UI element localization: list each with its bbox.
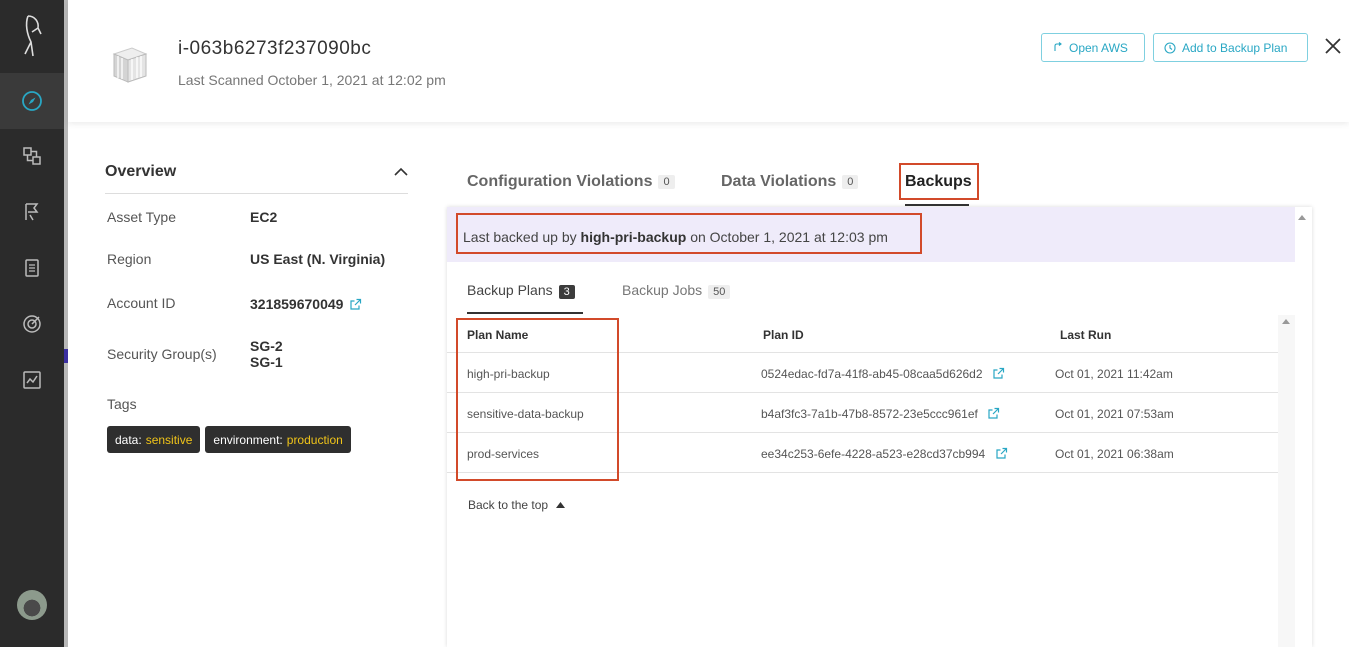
page-title: i-063b6273f237090bc (178, 38, 372, 59)
last-run-cell: Oct 01, 2021 07:53am (1055, 407, 1174, 421)
external-link-icon[interactable] (992, 367, 1005, 380)
tab-label: Data Violations (721, 173, 837, 190)
tag-chip: data: sensitive (107, 426, 201, 453)
plan-id-cell: 0524edac-fd7a-41f8-ab45-08caa5d626d2 (761, 367, 1005, 381)
scroll-up-arrow[interactable] (1282, 319, 1290, 324)
tab-backup-plans[interactable]: Backup Plans 3 (467, 282, 575, 299)
column-header-last-run[interactable]: Last Run (1060, 328, 1111, 342)
tag-key: environment: (213, 432, 283, 447)
table-scrollbar[interactable] (1278, 315, 1295, 647)
region-value: US East (N. Virginia) (250, 251, 386, 267)
tab-count-badge: 0 (658, 174, 675, 189)
security-group-item: SG-2 (250, 338, 283, 354)
account-id-row: 321859670049 (250, 296, 362, 312)
active-tab-indicator (905, 204, 969, 206)
compass-icon[interactable] (0, 73, 64, 129)
highlight-box (456, 213, 922, 254)
chart-icon[interactable] (0, 352, 64, 408)
tag-chip: environment: production (205, 426, 351, 453)
tab-backup-jobs[interactable]: Backup Jobs 50 (622, 282, 731, 299)
security-groups-value: SG-2 SG-1 (250, 338, 283, 370)
add-to-backup-plan-label: Add to Backup Plan (1182, 40, 1288, 55)
logo-icon[interactable] (0, 0, 64, 72)
plan-id-cell: b4af3fc3-7a1b-47b8-8572-23e5ccc961ef (761, 407, 1000, 421)
document-icon[interactable] (0, 240, 64, 296)
highlight-box (456, 318, 619, 481)
chevron-up-icon[interactable] (394, 167, 408, 177)
plan-id-text: 0524edac-fd7a-41f8-ab45-08caa5d626d2 (761, 367, 983, 381)
security-groups-label: Security Group(s) (107, 346, 217, 362)
external-link-icon[interactable] (987, 407, 1000, 420)
tag-value: sensitive (145, 432, 193, 447)
tab-label: Configuration Violations (467, 173, 653, 190)
subtab-label: Backup Jobs (622, 282, 703, 298)
arrow-up-right-icon (1054, 42, 1062, 51)
avatar[interactable] (17, 590, 47, 620)
open-aws-label: Open AWS (1069, 40, 1128, 55)
account-id-value: 321859670049 (250, 296, 344, 312)
open-aws-button[interactable]: Open AWS (1041, 33, 1145, 62)
scroll-up-arrow[interactable] (1298, 215, 1306, 220)
region-label: Region (107, 251, 152, 267)
security-group-item: SG-1 (250, 354, 283, 370)
tag-value: production (286, 432, 343, 447)
asset-type-value: EC2 (250, 209, 278, 225)
overview-title: Overview (105, 162, 177, 180)
subtab-label: Backup Plans (467, 282, 553, 298)
overview-header[interactable]: Overview (105, 150, 408, 194)
last-run-cell: Oct 01, 2021 06:38am (1055, 447, 1174, 461)
plan-id-cell: ee34c253-6efe-4228-a523-e28cd37cb994 (761, 447, 1008, 461)
flag-icon[interactable] (0, 184, 64, 240)
network-icon[interactable] (0, 128, 64, 184)
tab-data-violations[interactable]: Data Violations 0 (721, 173, 859, 191)
target-icon[interactable] (0, 296, 64, 352)
caret-up-icon (556, 502, 566, 508)
server-icon (110, 44, 148, 89)
overview-panel: Overview Asset Type EC2 Region US East (… (105, 150, 408, 453)
back-to-top-link[interactable]: Back to the top (468, 498, 566, 512)
tags-list: data: sensitive environment: production (107, 426, 351, 453)
tab-configuration-violations[interactable]: Configuration Violations 0 (467, 173, 675, 191)
close-icon[interactable] (1323, 36, 1343, 56)
left-navigation (0, 0, 64, 647)
external-link-icon[interactable] (995, 447, 1008, 460)
subtab-count-badge: 50 (708, 285, 731, 299)
nav-resize-handle[interactable] (64, 349, 68, 363)
tab-count-badge: 0 (842, 174, 859, 189)
backup-subtabs: Backup Plans 3 Backup Jobs 50 (447, 262, 1295, 314)
asset-type-label: Asset Type (107, 209, 177, 225)
account-id-label: Account ID (107, 295, 176, 311)
active-subtab-indicator (467, 312, 583, 314)
last-run-cell: Oct 01, 2021 11:42am (1055, 367, 1173, 381)
column-header-plan-id[interactable]: Plan ID (763, 328, 804, 342)
external-link-icon[interactable] (349, 298, 362, 311)
highlight-box (899, 163, 979, 200)
back-to-top-label: Back to the top (468, 498, 549, 512)
backup-icon (1164, 41, 1176, 54)
last-scanned-text: Last Scanned October 1, 2021 at 12:02 pm (178, 72, 446, 88)
asset-header: i-063b6273f237090bc Last Scanned October… (68, 0, 1349, 122)
plan-id-text: ee34c253-6efe-4228-a523-e28cd37cb994 (761, 447, 986, 461)
tags-label: Tags (107, 396, 137, 412)
plan-id-text: b4af3fc3-7a1b-47b8-8572-23e5ccc961ef (761, 407, 978, 421)
subtab-count-badge: 3 (558, 285, 575, 299)
add-to-backup-plan-button[interactable]: Add to Backup Plan (1153, 33, 1308, 62)
tag-key: data: (115, 432, 142, 447)
